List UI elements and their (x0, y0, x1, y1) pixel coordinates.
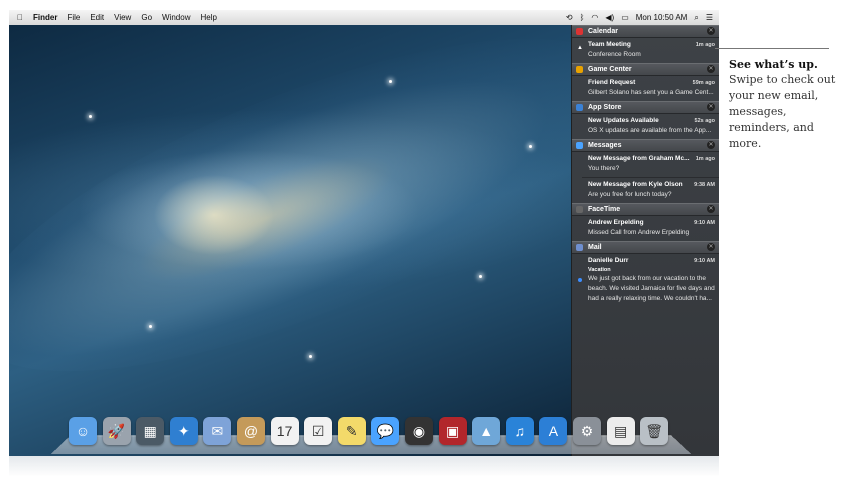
messages-app-icon (576, 142, 583, 149)
menu-window[interactable]: Window (162, 13, 190, 22)
finder-icon[interactable]: ☺ (69, 417, 97, 445)
notes-icon[interactable]: ✎ (337, 417, 366, 445)
nc-header-title: Calendar (588, 28, 618, 35)
notification-body: Conference Room (588, 51, 641, 58)
menu-extras: ⟲ ᛒ ◠ ◀) ▭ Mon 10:50 AM ⌕ ☰ (566, 10, 713, 25)
notification-body: You there? (588, 165, 620, 172)
close-icon[interactable]: ✕ (707, 205, 715, 213)
nc-header-facetime: FaceTime ✕ (572, 203, 719, 216)
bluetooth-icon[interactable]: ᛒ (580, 10, 585, 25)
close-icon[interactable]: ✕ (707, 27, 715, 35)
nc-header-title: Messages (588, 142, 622, 149)
notification-time: 9:10 AM (694, 258, 715, 264)
safari-icon[interactable]: ✦ (169, 417, 198, 445)
close-icon[interactable]: ✕ (707, 103, 715, 111)
menu-edit[interactable]: Edit (90, 13, 104, 22)
star (389, 80, 392, 83)
notification-body: We just got back from our vacation to th… (588, 275, 715, 302)
notification-time: 1m ago (695, 42, 715, 48)
notification-body: Missed Call from Andrew Erpelding (588, 229, 690, 236)
notification-body: OS X updates are available from the App.… (588, 127, 712, 134)
document-icon[interactable]: ▤ (606, 417, 635, 445)
notification-time: 52s ago (694, 118, 715, 124)
mission-control-icon[interactable]: ▦ (136, 417, 165, 445)
mail-app-icon (576, 244, 583, 251)
spotlight-icon[interactable]: ⌕ (694, 10, 698, 25)
star (89, 115, 92, 118)
menu-finder[interactable]: Finder (33, 13, 57, 22)
nc-header-calendar: Calendar ✕ (572, 25, 719, 38)
close-icon[interactable]: ✕ (707, 141, 715, 149)
screen-reflection (9, 456, 719, 477)
nc-header-title: FaceTime (588, 206, 621, 213)
notification-item[interactable]: Danielle Durr 9:10 AM Vacation We just got … (572, 254, 719, 307)
menu-file[interactable]: File (67, 13, 80, 22)
notification-item[interactable]: New Message from Kyle Olson 9:38 AM Are yo… (572, 178, 719, 203)
menu-bar:  Finder File Edit View Go Window Help ⟲… (9, 10, 719, 26)
unread-dot-icon (578, 278, 582, 282)
notification-item[interactable]: Friend Request 59m ago Gilbert Solano has … (572, 76, 719, 101)
notification-center-icon[interactable]: ☰ (706, 10, 713, 25)
notification-item[interactable]: Andrew Erpelding 9:10 AM Missed Call from … (572, 216, 719, 241)
alert-flag-icon: ▲ (577, 45, 583, 51)
volume-icon[interactable]: ◀) (605, 10, 614, 25)
messages-icon[interactable]: 💬 (371, 417, 400, 445)
calendar-app-icon (576, 28, 583, 35)
notification-center-panel: Calendar ✕ ▲ Team Meeting 1m ago Conference R… (571, 25, 719, 456)
notification-item[interactable]: ▲ Team Meeting 1m ago Conference Room (572, 38, 719, 63)
star (309, 355, 312, 358)
contacts-icon[interactable]: @ (237, 417, 265, 445)
dock: ☺ 🚀 ▦ ✦ ✉ @17 ☑ ✎ 💬 ◉ ▣ ▲ ♫ A ⚙ ▤ 🗑 (50, 415, 692, 456)
notification-time: 9:38 AM (694, 182, 715, 188)
galaxy-image (9, 10, 665, 439)
mail-icon[interactable]: ✉ (203, 417, 232, 445)
notification-body: Are you free for lunch today? (588, 191, 672, 198)
trash-icon[interactable]: 🗑 (640, 417, 669, 445)
nc-header-messages: Messages ✕ (572, 139, 719, 152)
star (479, 275, 482, 278)
caption-title: See what’s up. (729, 58, 818, 71)
itunes-icon[interactable]: ♫ (505, 417, 534, 445)
close-icon[interactable]: ✕ (707, 65, 715, 73)
app-store-app-icon (576, 104, 583, 111)
notification-time: 59m ago (692, 80, 715, 86)
notification-body: Gilbert Solano has sent you a Game Cent.… (588, 89, 714, 96)
battery-icon[interactable]: ▭ (621, 10, 629, 25)
system-preferences-icon[interactable]: ⚙ (573, 417, 601, 445)
apple-icon[interactable]:  (17, 13, 23, 22)
close-icon[interactable]: ✕ (707, 243, 715, 251)
menu-view[interactable]: View (114, 13, 131, 22)
menu-clock[interactable]: Mon 10:50 AM (636, 13, 688, 22)
menu-help[interactable]: Help (200, 13, 216, 22)
calendar-icon[interactable]: 17 (270, 417, 299, 445)
nc-header-app-store: App Store ✕ (572, 101, 719, 114)
nc-header-title: Mail (588, 244, 602, 251)
menu-go[interactable]: Go (141, 13, 152, 22)
reminders-icon[interactable]: ☑ (304, 417, 333, 445)
notification-time: 9:10 AM (694, 220, 715, 226)
time-machine-icon[interactable]: ⟲ (566, 10, 573, 25)
nc-header-game-center: Game Center ✕ (572, 63, 719, 76)
notification-item[interactable]: New Updates Available 52s ago OS X updates… (572, 114, 719, 139)
notification-time: 1m ago (695, 156, 715, 162)
caption: See what’s up. Swipe to check out your n… (729, 48, 841, 152)
nc-header-title: App Store (588, 104, 622, 111)
desktop-wallpaper (9, 10, 665, 456)
launchpad-icon[interactable]: 🚀 (102, 417, 131, 445)
facetime-app-icon (576, 206, 583, 213)
star (529, 145, 532, 148)
app-store-icon[interactable]: A (539, 417, 568, 445)
facetime-icon[interactable]: ◉ (405, 417, 433, 445)
notification-subtitle: Vacation (588, 267, 611, 273)
game-center-app-icon (576, 66, 583, 73)
star (149, 325, 152, 328)
iphoto-icon[interactable]: ▲ (472, 417, 501, 445)
notification-item[interactable]: New Message from Graham Mc... 1m ago You t… (572, 152, 719, 177)
desktop-screen:  Finder File Edit View Go Window Help ⟲… (9, 10, 719, 456)
nc-header-mail: Mail ✕ (572, 241, 719, 254)
nc-header-title: Game Center (588, 66, 632, 73)
photo-booth-icon[interactable]: ▣ (438, 417, 467, 445)
wifi-icon[interactable]: ◠ (591, 10, 598, 25)
caption-text: Swipe to check out your new email, messa… (729, 73, 836, 150)
